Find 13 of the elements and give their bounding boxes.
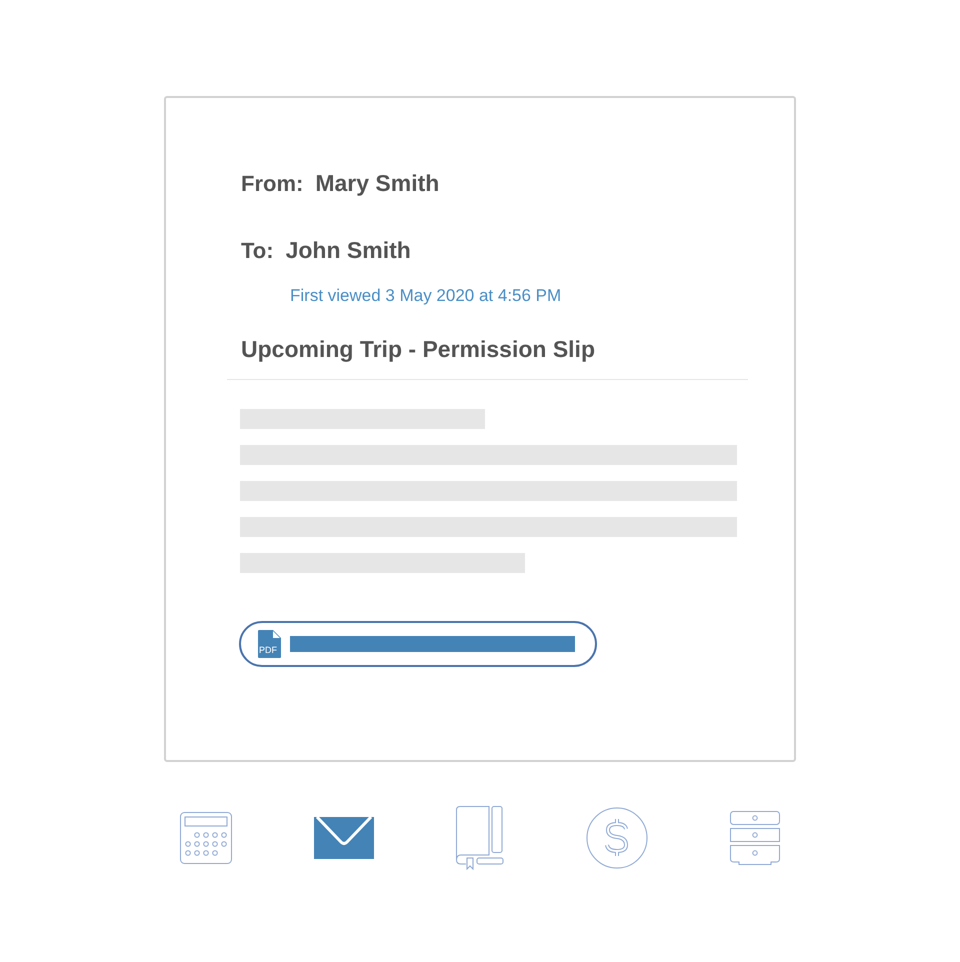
envelope-icon[interactable] <box>314 817 374 859</box>
to-label: To: <box>241 238 274 264</box>
dollar-coin-icon[interactable] <box>586 807 648 869</box>
subject-text: Upcoming Trip - Permission Slip <box>241 336 596 363</box>
from-label: From: <box>241 171 304 197</box>
drawer-cabinet-icon[interactable] <box>730 811 780 865</box>
attachment-chip[interactable]: PDF <box>239 621 597 667</box>
first-viewed-text: First viewed 3 May 2020 at 4:56 PM <box>290 286 562 306</box>
recipient-name: John Smith <box>286 237 411 264</box>
book-icon[interactable] <box>456 806 504 870</box>
pdf-file-icon: PDF <box>258 630 281 658</box>
calculator-icon[interactable] <box>180 812 232 864</box>
sender-name: Mary Smith <box>315 170 440 197</box>
